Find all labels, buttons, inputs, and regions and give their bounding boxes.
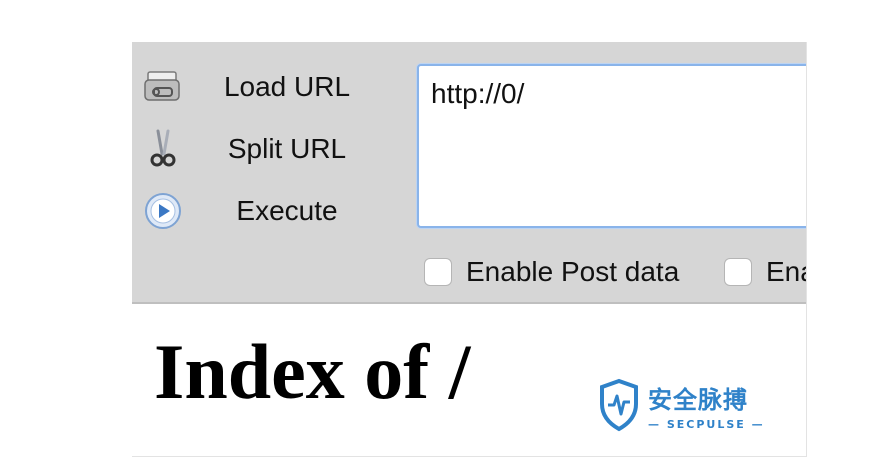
browser-content-frame: Load URL Split URL Execute http://0/ Ena… [132, 42, 807, 457]
url-textarea[interactable]: http://0/ [417, 64, 806, 228]
load-url-icon [144, 71, 180, 101]
enable-post-data-checkbox[interactable] [424, 258, 452, 286]
shield-icon [600, 378, 638, 432]
load-url-button[interactable]: Load URL [132, 62, 392, 112]
secpulse-watermark: 安全脉搏 — SECPULSE — [598, 378, 788, 438]
enable-post-data-label: Enable Post data [466, 256, 680, 287]
load-url-label: Load URL [223, 71, 351, 102]
watermark-text: 安全脉搏 [648, 386, 748, 414]
page-title: Index of / [154, 328, 471, 415]
scissors-icon [150, 129, 176, 167]
enable-option-label: Ena [766, 256, 806, 287]
url-value: http://0/ [431, 78, 525, 109]
hackbar-toolbar: Load URL Split URL Execute http://0/ Ena… [132, 42, 806, 304]
enable-option-checkbox[interactable] [724, 258, 752, 286]
watermark-subtext: — SECPULSE — [648, 418, 765, 431]
play-icon [145, 193, 181, 229]
split-url-button[interactable]: Split URL [132, 124, 392, 174]
split-url-label: Split URL [227, 133, 347, 164]
execute-button[interactable]: Execute [132, 186, 392, 236]
execute-label: Execute [236, 195, 338, 226]
